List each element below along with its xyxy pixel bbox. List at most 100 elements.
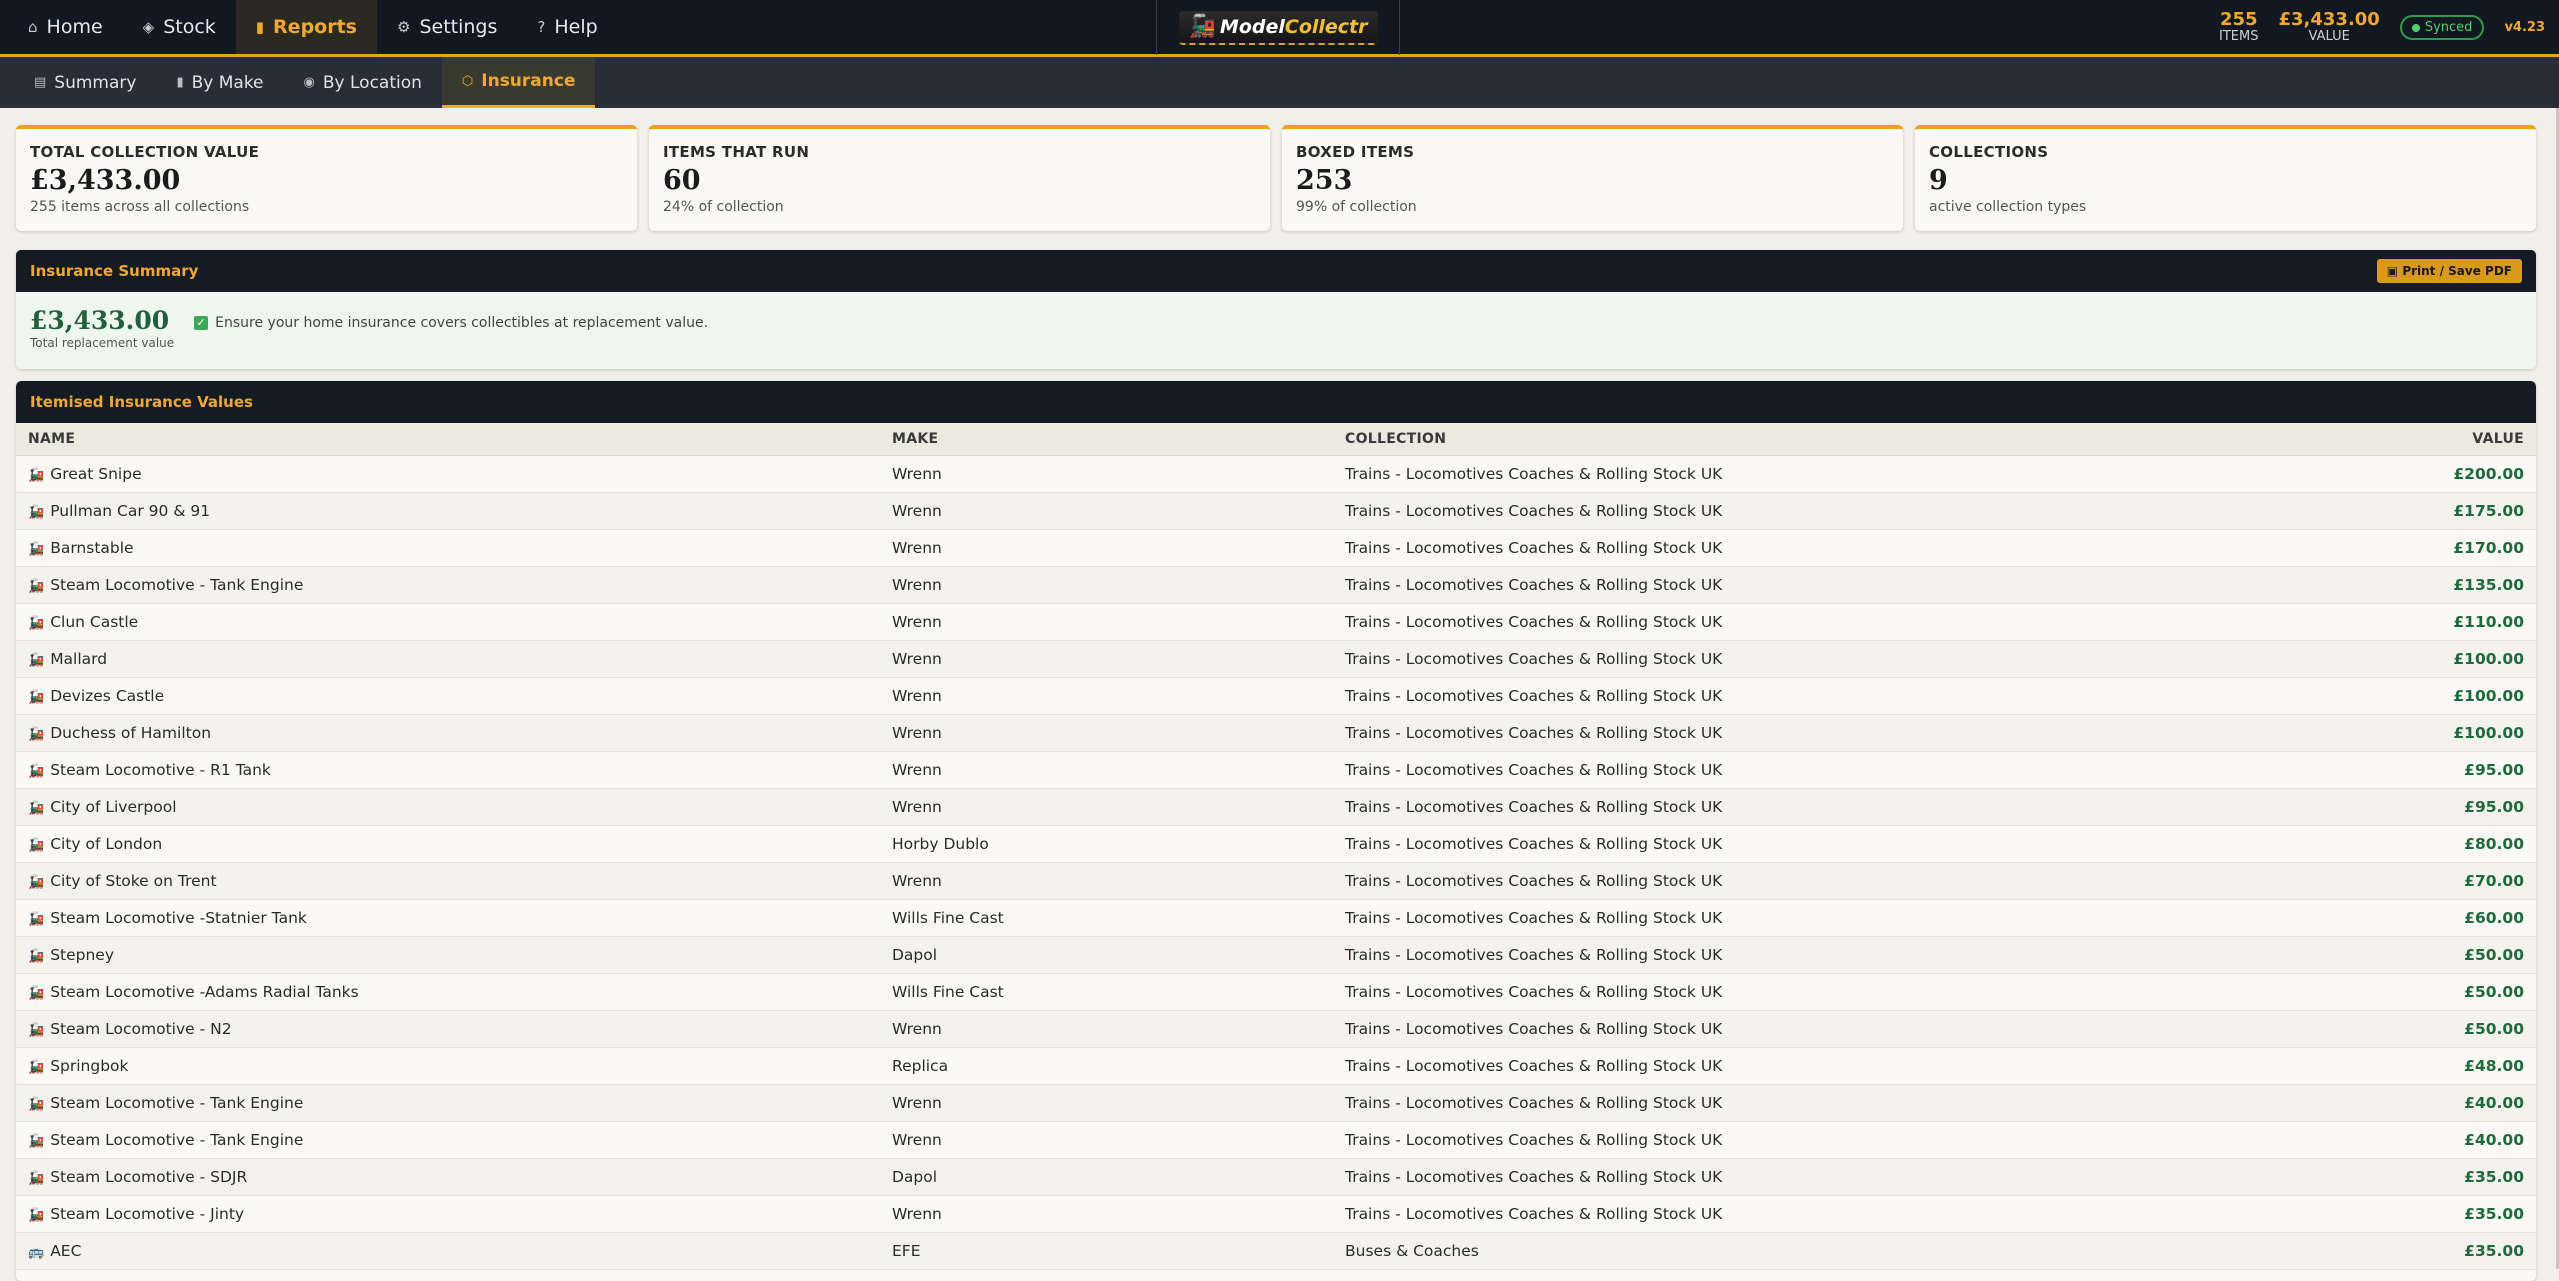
cell-name: 🚂 Mallard [16,640,880,678]
train-icon: 🚂 [28,763,45,779]
column-header-make[interactable]: MAKE [880,423,1333,456]
cell-value: £200.00 [2316,455,2536,493]
train-icon: 🚂 [28,578,45,594]
cell-make: Wrenn [880,603,1333,641]
tab-insurance-label: Insurance [481,71,576,91]
train-icon: 🚂 [28,1133,45,1149]
bar-chart-icon: ▮ [176,75,184,90]
table-row[interactable]: 🚂 Mallard Wrenn Trains - Locomotives Coache… [16,640,2536,678]
train-icon: 🚂 [28,726,45,742]
logo-container[interactable]: 🚂 Model Collectr [1156,0,1400,55]
cell-name: 🚂 Steam Locomotive - N2 [16,1010,880,1048]
table-row[interactable]: 🚂 Pullman Car 90 & 91 Wrenn Trains - Locomo… [16,492,2536,530]
nav-home[interactable]: ⌂ Home [8,0,123,54]
cell-make: EFE [880,1232,1333,1270]
nav-stock[interactable]: ◈ Stock [123,0,236,54]
cell-make: Wrenn [880,492,1333,530]
cell-collection: Trains - Locomotives Coaches & Rolling S… [1333,529,2316,567]
cell-collection: Trains - Locomotives Coaches & Rolling S… [1333,603,2316,641]
nav-settings[interactable]: ⚙ Settings [377,0,517,54]
table-row[interactable]: 🚂 Steam Locomotive - R1 Tank Wrenn Trains -… [16,751,2536,789]
cell-name: 🚂 City of Liverpool [16,788,880,826]
item-name: Steam Locomotive - R1 Tank [50,760,271,779]
print-save-pdf-button[interactable]: ▣ Print / Save PDF [2376,259,2522,283]
table-row[interactable]: 🚂 Devizes Castle Wrenn Trains - Locomotives… [16,677,2536,715]
column-header-collection[interactable]: COLLECTION [1333,423,2316,456]
card-items-run: ITEMS THAT RUN 60 24% of collection [649,125,1270,231]
table-row[interactable]: 🚂 Clun Castle Wrenn Trains - Locomotives Co… [16,603,2536,641]
insurance-note-text: Ensure your home insurance covers collec… [215,315,709,331]
cell-value: £40.00 [2316,1084,2536,1122]
table-row[interactable]: 🚂 Steam Locomotive - Tank Engine Wrenn Trai… [16,1121,2536,1159]
card-value: 253 [1296,165,1353,196]
table-row[interactable]: 🚂 Great Snipe Wrenn Trains - Locomotives Co… [16,455,2536,493]
train-icon: 🚂 [28,504,45,520]
column-header-name[interactable]: NAME [16,423,880,456]
table-row[interactable]: 🚂 City of London Horby Dublo Trains - Locom… [16,825,2536,863]
card-total-value: TOTAL COLLECTION VALUE £3,433.00 255 ite… [16,125,637,231]
cell-make: Wrenn [880,788,1333,826]
table-row[interactable]: 🚂 City of Stoke on Trent Wrenn Trains - Loc… [16,862,2536,900]
nav-settings-label: Settings [419,16,498,38]
reports-subnav: ▤ Summary ▮ By Make ◉ By Location ⬡ Insu… [0,57,2559,108]
insurance-note: ✓ Ensure your home insurance covers coll… [194,315,708,331]
table-row[interactable]: 🚌 AEC EFE Buses & Coaches £35.00 [16,1232,2536,1270]
insurance-summary-body: £3,433.00 Total replacement value ✓ Ensu… [16,292,2536,369]
cell-collection: Trains - Locomotives Coaches & Rolling S… [1333,1010,2316,1048]
table-row[interactable]: 🚂 Steam Locomotive - Jinty Wrenn Trains - L… [16,1195,2536,1233]
table-row[interactable]: 🚂 Duchess of Hamilton Wrenn Trains - Locomo… [16,714,2536,752]
nav-reports[interactable]: ▮ Reports [235,0,377,54]
table-row[interactable]: 🚂 Stepney Dapol Trains - Locomotives Coache… [16,936,2536,974]
table-row[interactable]: 🚂 Steam Locomotive - N2 Wrenn Trains - Loco… [16,1010,2536,1048]
nav-reports-label: Reports [273,16,357,38]
tab-by-make[interactable]: ▮ By Make [156,57,283,108]
cell-value: £95.00 [2316,751,2536,789]
cell-value: £100.00 [2316,677,2536,715]
printer-icon: ▣ [2386,264,2403,278]
train-icon: 🚂 [28,1207,45,1223]
cell-value: £80.00 [2316,825,2536,863]
column-header-value[interactable]: VALUE [2316,423,2536,456]
item-name: City of Liverpool [50,797,177,816]
table-row[interactable]: 🚂 Steam Locomotive -Statnier Tank Wills Fi… [16,899,2536,937]
cell-collection: Trains - Locomotives Coaches & Rolling S… [1333,825,2316,863]
cell-collection: Trains - Locomotives Coaches & Rolling S… [1333,862,2316,900]
sync-status-label: Synced [2424,20,2473,35]
cell-make: Wrenn [880,640,1333,678]
itemised-values-table: NAME MAKE COLLECTION VALUE 🚂 Great Snipe W… [16,423,2536,1270]
table-row[interactable]: 🚂 Steam Locomotive - Tank Engine Wrenn Trai… [16,1084,2536,1122]
replacement-value-block: £3,433.00 Total replacement value [30,306,174,350]
cell-make: Wrenn [880,1010,1333,1048]
cell-make: Wrenn [880,1195,1333,1233]
train-icon: 🚂 [28,800,45,816]
cell-name: 🚂 Pullman Car 90 & 91 [16,492,880,530]
table-row[interactable]: 🚂 Steam Locomotive - Tank Engine Wrenn Trai… [16,566,2536,604]
table-row[interactable]: 🚂 Springbok Replica Trains - Locomotives Co… [16,1047,2536,1085]
item-name: Stepney [50,945,115,964]
tab-summary[interactable]: ▤ Summary [14,57,156,108]
card-value: 9 [1929,165,1948,196]
table-row[interactable]: 🚂 Barnstable Wrenn Trains - Locomotives Coa… [16,529,2536,567]
card-collections: COLLECTIONS 9 active collection types [1915,125,2536,231]
tab-insurance[interactable]: ⬡ Insurance [441,57,596,108]
cell-value: £170.00 [2316,529,2536,567]
table-row[interactable]: 🚂 Steam Locomotive - SDJR Dapol Trains - Lo… [16,1158,2536,1196]
cell-name: 🚂 Duchess of Hamilton [16,714,880,752]
cell-name: 🚂 Springbok [16,1047,880,1085]
total-value-label: VALUE [2308,29,2350,45]
cell-value: £100.00 [2316,714,2536,752]
card-subtext: active collection types [1929,199,2087,215]
sync-status-badge: Synced [2399,15,2485,40]
cell-value: £175.00 [2316,492,2536,530]
cell-value: £35.00 [2316,1158,2536,1196]
table-row[interactable]: 🚂 City of Liverpool Wrenn Trains - Locomoti… [16,788,2536,826]
cell-value: £50.00 [2316,1010,2536,1048]
tab-by-location[interactable]: ◉ By Location [284,57,442,108]
cell-value: £70.00 [2316,862,2536,900]
table-row[interactable]: 🚂 Steam Locomotive -Adams Radial Tanks Wil… [16,973,2536,1011]
nav-help[interactable]: ? Help [517,0,617,54]
train-icon: 🚂 [28,615,45,631]
cell-collection: Trains - Locomotives Coaches & Rolling S… [1333,640,2316,678]
replacement-value-label: Total replacement value [30,336,175,350]
item-name: Steam Locomotive - Jinty [50,1204,245,1223]
